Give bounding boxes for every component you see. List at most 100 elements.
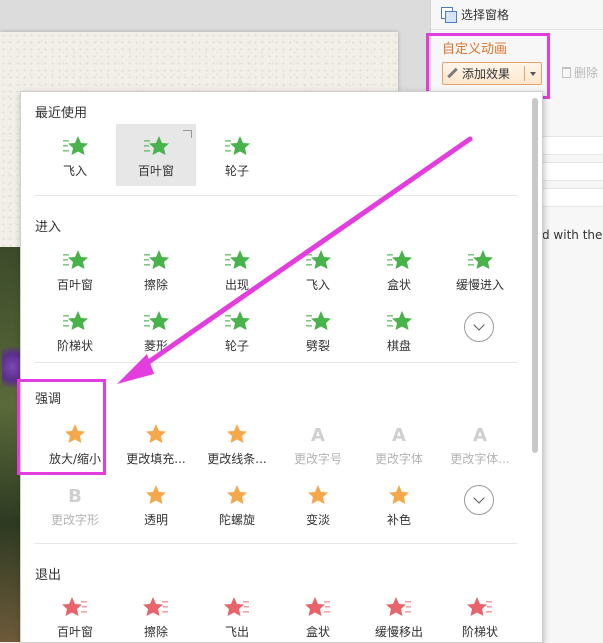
- effect-item-complementary-color[interactable]: 补色: [359, 473, 439, 535]
- wheel-icon: [224, 134, 250, 158]
- effect-item-box[interactable]: 盒状: [278, 585, 358, 642]
- effect-item-wipe[interactable]: 擦除: [116, 238, 196, 300]
- transparency-icon: [143, 483, 169, 507]
- section-title-recent: 最近使用: [35, 106, 88, 121]
- svg-text:B: B: [68, 486, 82, 507]
- effect-dropdown: 最近使用 飞入 百叶窗 轮子 进入 百叶窗 擦除 出现 飞入 盒状 缓慢进入 阶梯状 菱形轮…: [20, 91, 543, 643]
- effect-item-checkerboard[interactable]: 棋盘: [359, 299, 439, 361]
- effect-item-blinds[interactable]: 百叶窗: [35, 238, 115, 300]
- effect-item-spin[interactable]: 陀螺旋: [197, 473, 277, 535]
- effect-item-recent-2[interactable]: 轮子: [197, 124, 277, 186]
- effect-label: 飞入: [305, 278, 330, 292]
- effect-label: 阶梯状: [56, 339, 93, 353]
- effect-item-step[interactable]: 阶梯状: [35, 299, 115, 361]
- change-font-size-icon: A: [305, 422, 331, 446]
- effect-item-wheel[interactable]: 轮子: [197, 299, 277, 361]
- pane-field[interactable]: [542, 188, 603, 207]
- step-icon: [62, 309, 88, 333]
- effect-item-change-font-color: A 更改字体...: [440, 412, 520, 474]
- effect-label: 擦除: [143, 625, 168, 639]
- appear-icon: [224, 248, 250, 272]
- pane-field[interactable]: [542, 136, 603, 155]
- effect-item-recent-1[interactable]: 百叶窗: [116, 124, 196, 186]
- effect-label: 百叶窗: [137, 164, 174, 178]
- effect-label: 擦除: [143, 278, 168, 292]
- effect-item-change-font: A 更改字体: [359, 412, 439, 474]
- effect-item-box[interactable]: 盒状: [359, 238, 439, 300]
- effect-label: 菱形: [143, 339, 168, 353]
- effect-label: 补色: [386, 513, 411, 527]
- blinds-icon: [62, 248, 88, 272]
- pane-field[interactable]: [542, 162, 603, 181]
- effect-label: 百叶窗: [56, 625, 93, 639]
- scrollbar-thumb[interactable]: [532, 98, 538, 453]
- effect-item-crawl-out[interactable]: 缓慢移出: [359, 585, 439, 642]
- effect-item-fade[interactable]: 变淡: [278, 473, 358, 535]
- effect-item-recent-0[interactable]: 飞入: [35, 124, 115, 186]
- select-window-label: 选择窗格: [461, 7, 510, 22]
- box-icon: [305, 595, 331, 619]
- fly-in-icon: [305, 248, 331, 272]
- wheel-icon: [224, 309, 250, 333]
- effect-label: 更改字形: [50, 513, 99, 527]
- effect-label: 盒状: [305, 625, 330, 639]
- effect-item-change-line[interactable]: 更改线条...: [197, 412, 277, 474]
- highlight-box-grow-shrink: [17, 379, 106, 475]
- section-title-exit: 退出: [35, 568, 62, 583]
- effect-label: 棋盘: [386, 339, 411, 353]
- change-font-icon: A: [386, 422, 412, 446]
- fly-out-icon: [224, 595, 250, 619]
- effect-label: 缓慢进入: [455, 278, 504, 292]
- blinds-icon: [62, 595, 88, 619]
- effect-item-change-fill[interactable]: 更改填充...: [116, 412, 196, 474]
- effect-label: 陀螺旋: [218, 513, 255, 527]
- effect-item-transparency[interactable]: 透明: [116, 473, 196, 535]
- section-title-entrance: 进入: [35, 220, 62, 235]
- pin-icon[interactable]: [183, 130, 192, 138]
- change-font-color-icon: A: [467, 422, 493, 446]
- effect-label: 阶梯状: [461, 625, 498, 639]
- svg-text:A: A: [392, 425, 406, 446]
- more-emphasis-button[interactable]: [464, 485, 494, 515]
- svg-text:A: A: [473, 425, 487, 446]
- delete-button[interactable]: 删除: [562, 64, 598, 81]
- highlight-box-custom-animation: [426, 33, 550, 99]
- effect-item-appear[interactable]: 出现: [197, 238, 277, 300]
- effect-item-diamond[interactable]: 菱形: [116, 299, 196, 361]
- effect-item-change-font-style: B 更改字形: [35, 473, 115, 535]
- pane-description-text: d with the: [542, 228, 603, 242]
- effect-label: 飞入: [62, 164, 87, 178]
- effect-item-wipe[interactable]: 擦除: [116, 585, 196, 642]
- split-icon: [305, 309, 331, 333]
- effect-label: 透明: [143, 513, 168, 527]
- wipe-icon: [143, 248, 169, 272]
- select-window-button[interactable]: 选择窗格: [431, 0, 603, 28]
- svg-text:A: A: [311, 425, 325, 446]
- more-entrance-button[interactable]: [464, 312, 494, 342]
- box-icon: [386, 248, 412, 272]
- change-fill-icon: [143, 422, 169, 446]
- effect-label: 轮子: [224, 339, 249, 353]
- effect-item-fly-out[interactable]: 飞出: [197, 585, 277, 642]
- effect-item-step[interactable]: 阶梯状: [440, 585, 520, 642]
- effect-item-fly-in[interactable]: 飞入: [278, 238, 358, 300]
- delete-label: 删除: [574, 66, 599, 80]
- effect-label: 缓慢移出: [374, 625, 423, 639]
- effect-label: 更改字体: [374, 452, 423, 466]
- change-line-icon: [224, 422, 250, 446]
- checkerboard-icon: [386, 309, 412, 333]
- crawl-in-icon: [467, 248, 493, 272]
- effect-label: 飞出: [224, 625, 249, 639]
- effect-item-split[interactable]: 劈裂: [278, 299, 358, 361]
- complementary-color-icon: [386, 483, 412, 507]
- section-divider: [35, 195, 517, 196]
- section-divider: [35, 362, 517, 363]
- effect-label: 更改线条...: [207, 452, 267, 466]
- effect-label: 盒状: [386, 278, 411, 292]
- effect-item-blinds[interactable]: 百叶窗: [35, 585, 115, 642]
- diamond-icon: [143, 309, 169, 333]
- effect-label: 轮子: [224, 164, 249, 178]
- effect-label: 百叶窗: [56, 278, 93, 292]
- wipe-icon: [143, 595, 169, 619]
- effect-item-crawl-in[interactable]: 缓慢进入: [440, 238, 520, 300]
